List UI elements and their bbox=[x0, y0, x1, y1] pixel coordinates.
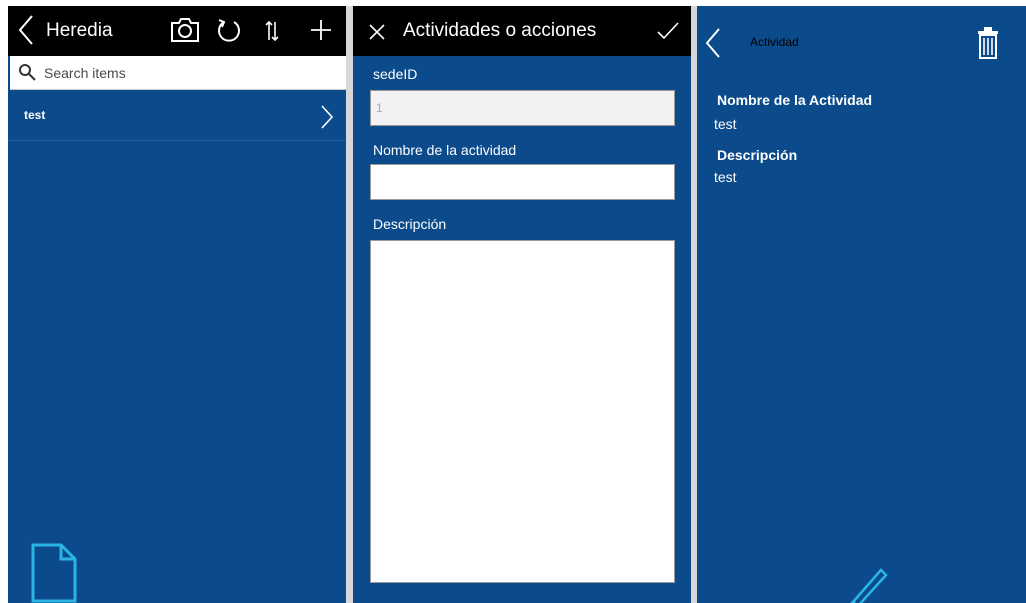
nombre-value: test bbox=[714, 116, 737, 132]
detail-title: Actividad bbox=[750, 35, 799, 49]
plus-icon[interactable] bbox=[310, 19, 332, 41]
descripcion-field[interactable] bbox=[370, 240, 675, 583]
edit-title: Actividades o acciones bbox=[403, 20, 597, 41]
list-item[interactable]: test bbox=[8, 92, 346, 141]
nombre-heading: Nombre de la Actividad bbox=[717, 92, 873, 108]
nombre-label: Nombre de la actividad bbox=[373, 142, 517, 158]
checkmark-icon[interactable] bbox=[657, 22, 679, 40]
sedeid-label: sedeID bbox=[373, 66, 418, 82]
browse-header: Heredia bbox=[8, 6, 346, 56]
nombre-field[interactable] bbox=[370, 164, 675, 200]
search-input[interactable] bbox=[44, 61, 334, 85]
descripcion-label: Descripción bbox=[373, 216, 447, 232]
browse-title: Heredia bbox=[46, 20, 113, 41]
detail-screen: Actividad Nombre de la Actividad test De… bbox=[697, 6, 1026, 603]
refresh-icon[interactable] bbox=[216, 18, 242, 44]
browse-screen: Heredia Search items test bbox=[8, 6, 346, 603]
edit-screen: Actividades o acciones sedeID Nombre de … bbox=[353, 6, 691, 603]
chevron-right-icon[interactable] bbox=[320, 104, 334, 130]
sort-icon[interactable] bbox=[265, 20, 279, 42]
trash-icon[interactable] bbox=[977, 27, 999, 59]
sedeid-field bbox=[370, 90, 675, 126]
chevron-left-icon[interactable] bbox=[16, 14, 36, 46]
chevron-left-icon[interactable] bbox=[704, 27, 722, 59]
edit-header: Actividades o acciones bbox=[353, 6, 691, 56]
pencil-icon[interactable] bbox=[845, 562, 889, 603]
search-icon bbox=[18, 63, 36, 81]
descripcion-heading: Descripción bbox=[717, 147, 798, 163]
document-icon bbox=[31, 543, 77, 603]
search-box[interactable] bbox=[10, 56, 346, 90]
screen-divider bbox=[346, 6, 353, 603]
camera-icon[interactable] bbox=[170, 17, 200, 43]
list-item-title: test bbox=[24, 108, 46, 122]
close-icon[interactable] bbox=[368, 23, 386, 41]
descripcion-value: test bbox=[714, 169, 737, 185]
